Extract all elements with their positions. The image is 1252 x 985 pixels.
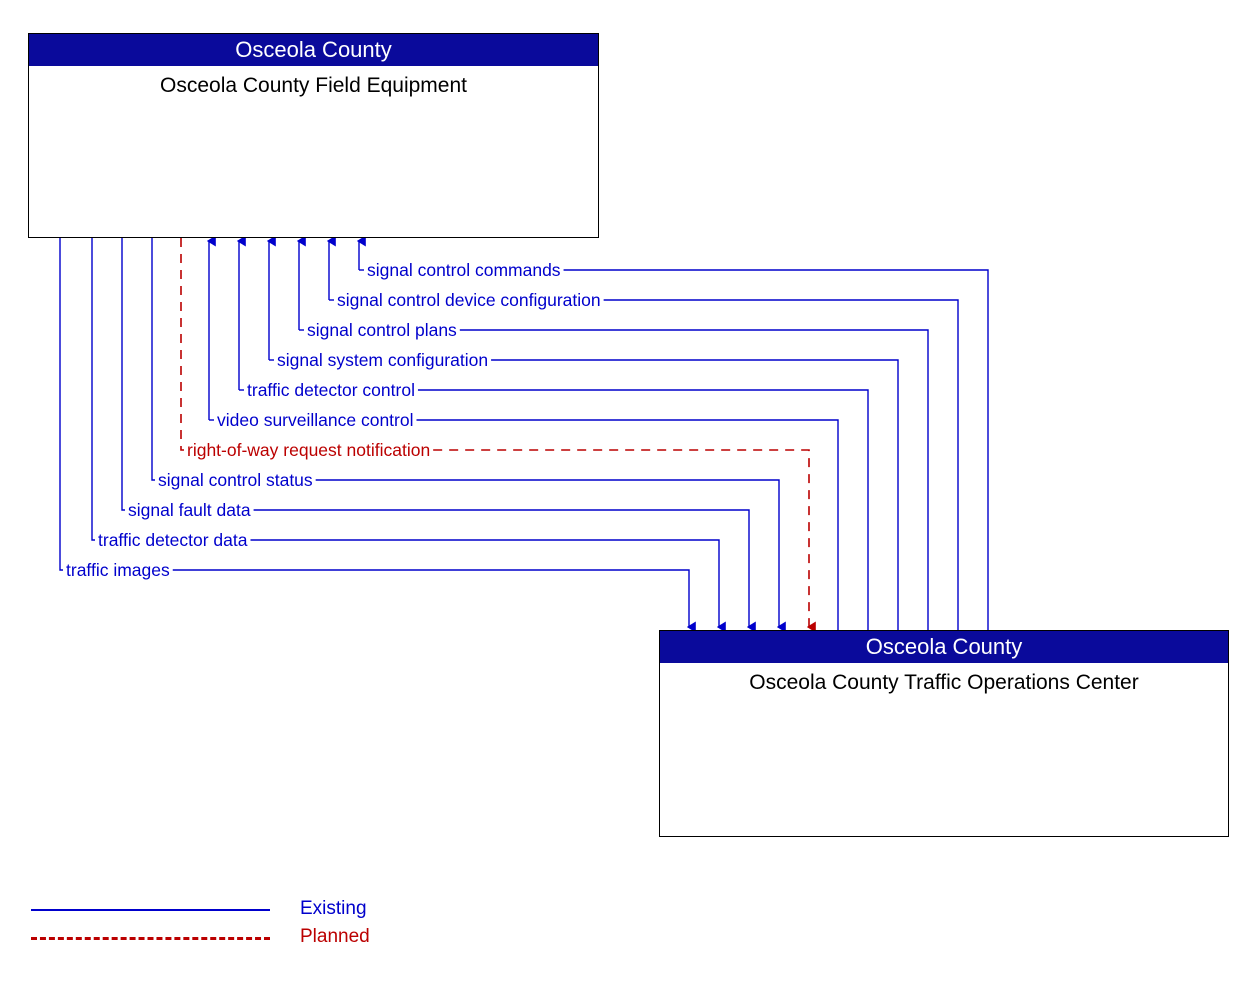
legend-label-planned: Planned: [300, 926, 370, 947]
flow-connector: [253, 509, 756, 633]
flow-connector: [172, 569, 696, 633]
entity-name-field-equipment: Osceola County Field Equipment: [160, 74, 467, 97]
flow-label: video surveillance control: [215, 410, 416, 430]
flow-connector: [91, 238, 95, 541]
entity-stakeholder-field-equipment: Osceola County: [29, 34, 598, 66]
flow-label: signal system configuration: [275, 350, 491, 370]
entity-box-traffic-ops-center[interactable]: Osceola County Osceola County Traffic Op…: [659, 630, 1229, 837]
entity-stakeholder-traffic-ops-center: Osceola County: [660, 631, 1228, 663]
legend-line-existing: [31, 909, 270, 911]
entity-name-traffic-ops-center: Osceola County Traffic Operations Center: [749, 671, 1139, 694]
legend-label-existing: Existing: [300, 898, 367, 919]
entity-box-field-equipment[interactable]: Osceola County Osceola County Field Equi…: [28, 33, 599, 238]
flow-connector: [416, 419, 839, 630]
flow-label: signal fault data: [126, 500, 253, 520]
flow-connector: [250, 539, 726, 633]
architecture-diagram: Osceola County Osceola County Field Equi…: [0, 0, 1252, 985]
flow-connector: [563, 269, 989, 630]
flow-connector: [315, 479, 786, 633]
flow-label: signal control plans: [305, 320, 459, 340]
flow-connector: [433, 449, 816, 633]
flow-connector: [603, 299, 959, 630]
flow-label: traffic images: [64, 560, 172, 580]
flow-label: traffic detector data: [96, 530, 250, 550]
flow-connector: [151, 238, 155, 481]
flow-label: traffic detector control: [245, 380, 417, 400]
flow-label: signal control status: [156, 470, 315, 490]
flow-label: signal control device configuration: [335, 290, 603, 310]
flow-connector: [491, 359, 899, 630]
flow-connector: [180, 238, 184, 451]
flow-connector: [59, 238, 63, 571]
legend-line-planned: [31, 937, 270, 940]
legend: Existing Planned: [28, 896, 428, 958]
flow-connector: [121, 238, 125, 511]
flow-label: right-of-way request notification: [185, 440, 433, 460]
flow-label: signal control commands: [365, 260, 563, 280]
flow-connector: [417, 389, 869, 630]
flow-connector: [459, 329, 929, 630]
